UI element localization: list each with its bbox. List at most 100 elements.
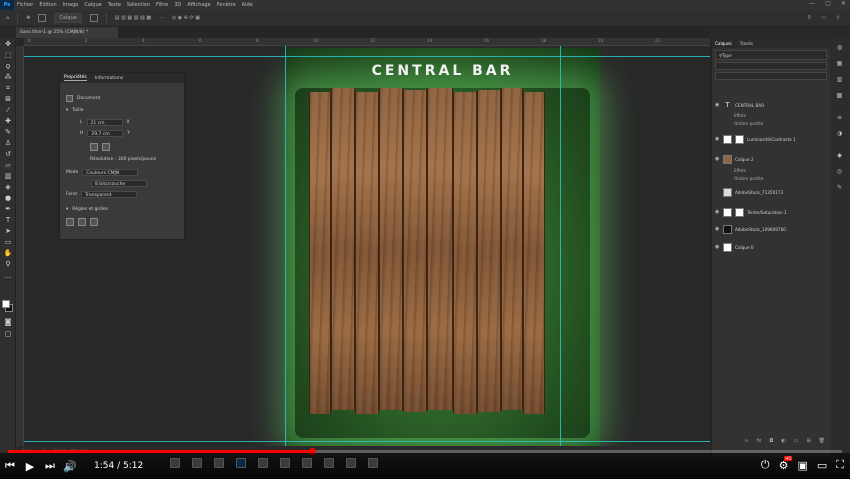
new-layer-icon[interactable]: ⊞ xyxy=(806,438,810,444)
width-field[interactable]: 21 cm xyxy=(86,119,123,126)
clone-stamp-tool-icon[interactable]: ♙ xyxy=(3,139,13,147)
drop-shadow-row[interactable]: Ombre portée xyxy=(712,175,831,182)
crop-tool-icon[interactable]: ⌗ xyxy=(3,84,13,92)
move-tool-icon[interactable]: ✥ xyxy=(26,15,30,21)
tab-layers[interactable]: Calques xyxy=(715,41,732,46)
gradient-tool-icon[interactable]: ▥ xyxy=(3,172,13,180)
taskbar-app-icon[interactable] xyxy=(302,458,312,468)
adjustments-panel-icon[interactable]: ◑ xyxy=(835,130,844,138)
mode-dropdown[interactable]: Couleurs CMJN xyxy=(82,169,139,176)
close-button[interactable]: ✕ xyxy=(841,0,846,7)
path-selection-tool-icon[interactable]: ➤ xyxy=(3,227,13,235)
hand-tool-icon[interactable]: ✋ xyxy=(3,249,13,257)
eye-icon[interactable]: ◉ xyxy=(715,156,720,162)
eyedropper-tool-icon[interactable]: ⁄ xyxy=(3,106,13,114)
play-icon[interactable]: ▶ xyxy=(20,460,40,473)
move-tool-icon[interactable]: ✥ xyxy=(3,40,13,48)
taskbar-app-icon[interactable] xyxy=(324,458,334,468)
more-icon[interactable]: ··· xyxy=(159,15,164,21)
pen-tool-icon[interactable]: ✒ xyxy=(3,205,13,213)
taskbar-app-icon[interactable] xyxy=(192,458,202,468)
marquee-tool-icon[interactable]: ⬚ xyxy=(3,51,13,59)
taskbar-app-icon[interactable] xyxy=(346,458,356,468)
menu-selection[interactable]: Sélection xyxy=(124,2,153,8)
guide-line-vertical[interactable] xyxy=(285,46,286,446)
workspace-icon[interactable]: ▭ xyxy=(821,15,826,21)
layer-row[interactable]: AdobeStock_71350173 xyxy=(712,187,831,197)
layer-row[interactable]: ◉ T CENTRAL BAR xyxy=(712,100,831,110)
rulers-icon[interactable] xyxy=(66,218,74,226)
quick-mask-icon[interactable]: ◙ xyxy=(3,318,13,326)
menu-filtre[interactable]: Filtre xyxy=(153,2,171,8)
mask-icon[interactable]: ◘ xyxy=(769,438,773,444)
drop-shadow-row[interactable]: Ombre portée xyxy=(712,120,831,127)
menu-fenetre[interactable]: Fenêtre xyxy=(214,2,239,8)
auto-select-checkbox[interactable] xyxy=(38,14,47,22)
eye-icon[interactable]: ◉ xyxy=(715,209,720,215)
taskbar-photoshop-icon[interactable] xyxy=(236,458,246,468)
rulers-grids-section[interactable]: ▾ Règles et grilles xyxy=(66,207,108,212)
menu-edition[interactable]: Édition xyxy=(36,2,59,8)
eye-icon[interactable]: ◉ xyxy=(715,136,720,142)
menu-aide[interactable]: Aide xyxy=(239,2,256,8)
menu-texte[interactable]: Texte xyxy=(105,2,124,8)
layer-row[interactable]: ◉ Teinte/Saturation 1 xyxy=(712,207,831,217)
eye-icon[interactable]: ◉ xyxy=(715,226,720,232)
layer-row[interactable]: ◉ Luminosité/Contraste 1 xyxy=(712,134,831,144)
taskbar-app-icon[interactable] xyxy=(368,458,378,468)
search-icon[interactable]: ⚲ xyxy=(807,15,811,21)
maximize-button[interactable]: ▢ xyxy=(825,0,831,7)
swatches-panel-icon[interactable]: ▦ xyxy=(835,60,844,68)
height-field[interactable]: 29,7 cm xyxy=(87,130,124,137)
blur-tool-icon[interactable]: ◈ xyxy=(3,183,13,191)
layers-panel-icon[interactable]: ◆ xyxy=(835,152,844,160)
guides-icon[interactable] xyxy=(90,218,98,226)
dodge-tool-icon[interactable]: ● xyxy=(3,194,13,202)
screen-mode-icon[interactable]: ▢ xyxy=(3,330,13,338)
link-icon[interactable]: ∞ xyxy=(744,438,748,444)
minimize-button[interactable]: — xyxy=(809,0,815,7)
layer-select-dropdown[interactable]: Calque xyxy=(54,13,82,23)
eraser-tool-icon[interactable]: ▱ xyxy=(3,161,13,169)
eye-icon[interactable]: ◉ xyxy=(715,102,720,108)
fx-icon[interactable]: fx xyxy=(757,438,762,444)
eye-icon[interactable]: ◉ xyxy=(715,244,720,250)
grid-icon[interactable] xyxy=(78,218,86,226)
adjustment-icon[interactable]: ◐ xyxy=(781,438,785,444)
size-section[interactable]: ▾ Taille xyxy=(66,108,84,113)
menu-3d[interactable]: 3D xyxy=(171,2,184,8)
magic-wand-tool-icon[interactable]: ⁂ xyxy=(3,73,13,81)
layer-filter-dropdown[interactable]: ⚲ Type xyxy=(715,50,827,60)
taskbar-app-icon[interactable] xyxy=(214,458,224,468)
autoplay-toggle[interactable]: ⏻ xyxy=(761,458,770,472)
patterns-panel-icon[interactable]: ▩ xyxy=(835,92,844,100)
background-dropdown[interactable]: Transparent xyxy=(80,191,137,198)
landscape-orientation-icon[interactable] xyxy=(102,143,110,151)
home-icon[interactable]: ⌂ xyxy=(6,15,9,21)
share-icon[interactable]: ⇪ xyxy=(836,15,840,21)
brush-tool-icon[interactable]: ✎ xyxy=(3,128,13,136)
layer-row[interactable]: ◉ Calque 0 xyxy=(712,242,831,252)
sign-title-text[interactable]: CENTRAL BAR xyxy=(285,63,600,79)
tab-paths[interactable]: Tracés xyxy=(740,41,753,46)
menu-affichage[interactable]: Affichage xyxy=(184,2,214,8)
chevron-down-icon[interactable]: ▾ xyxy=(66,207,68,212)
align-icons[interactable]: ▤ ▥ ▦ ▧ ▨ ▩ xyxy=(115,15,151,21)
menu-fichier[interactable]: Fichier xyxy=(14,2,36,8)
foreground-color-swatch[interactable] xyxy=(2,300,10,308)
guide-line-horizontal[interactable] xyxy=(24,56,710,57)
document-tab[interactable]: Sans titre-1 @ 25% (CMJN/8) * xyxy=(16,27,118,38)
taskbar-app-icon[interactable] xyxy=(280,458,290,468)
rectangle-tool-icon[interactable]: ▭ xyxy=(3,238,13,246)
zoom-tool-icon[interactable]: ⚲ xyxy=(3,260,13,268)
color-panel-icon[interactable]: ◍ xyxy=(835,44,844,52)
more-tools-icon[interactable]: ··· xyxy=(3,274,13,282)
folder-icon[interactable]: ▭ xyxy=(794,438,799,444)
guide-line-vertical[interactable] xyxy=(560,46,561,446)
previous-icon[interactable]: ⏮ xyxy=(0,459,20,473)
tab-informations[interactable]: Informations xyxy=(95,76,123,81)
taskbar-app-icon[interactable] xyxy=(170,458,180,468)
3d-mode-icons[interactable]: ◎ ◉ ✣ ⟳ ▣ xyxy=(172,15,200,21)
blend-mode-row[interactable] xyxy=(715,62,827,70)
settings-icon[interactable]: ⚙ HD xyxy=(779,455,793,472)
